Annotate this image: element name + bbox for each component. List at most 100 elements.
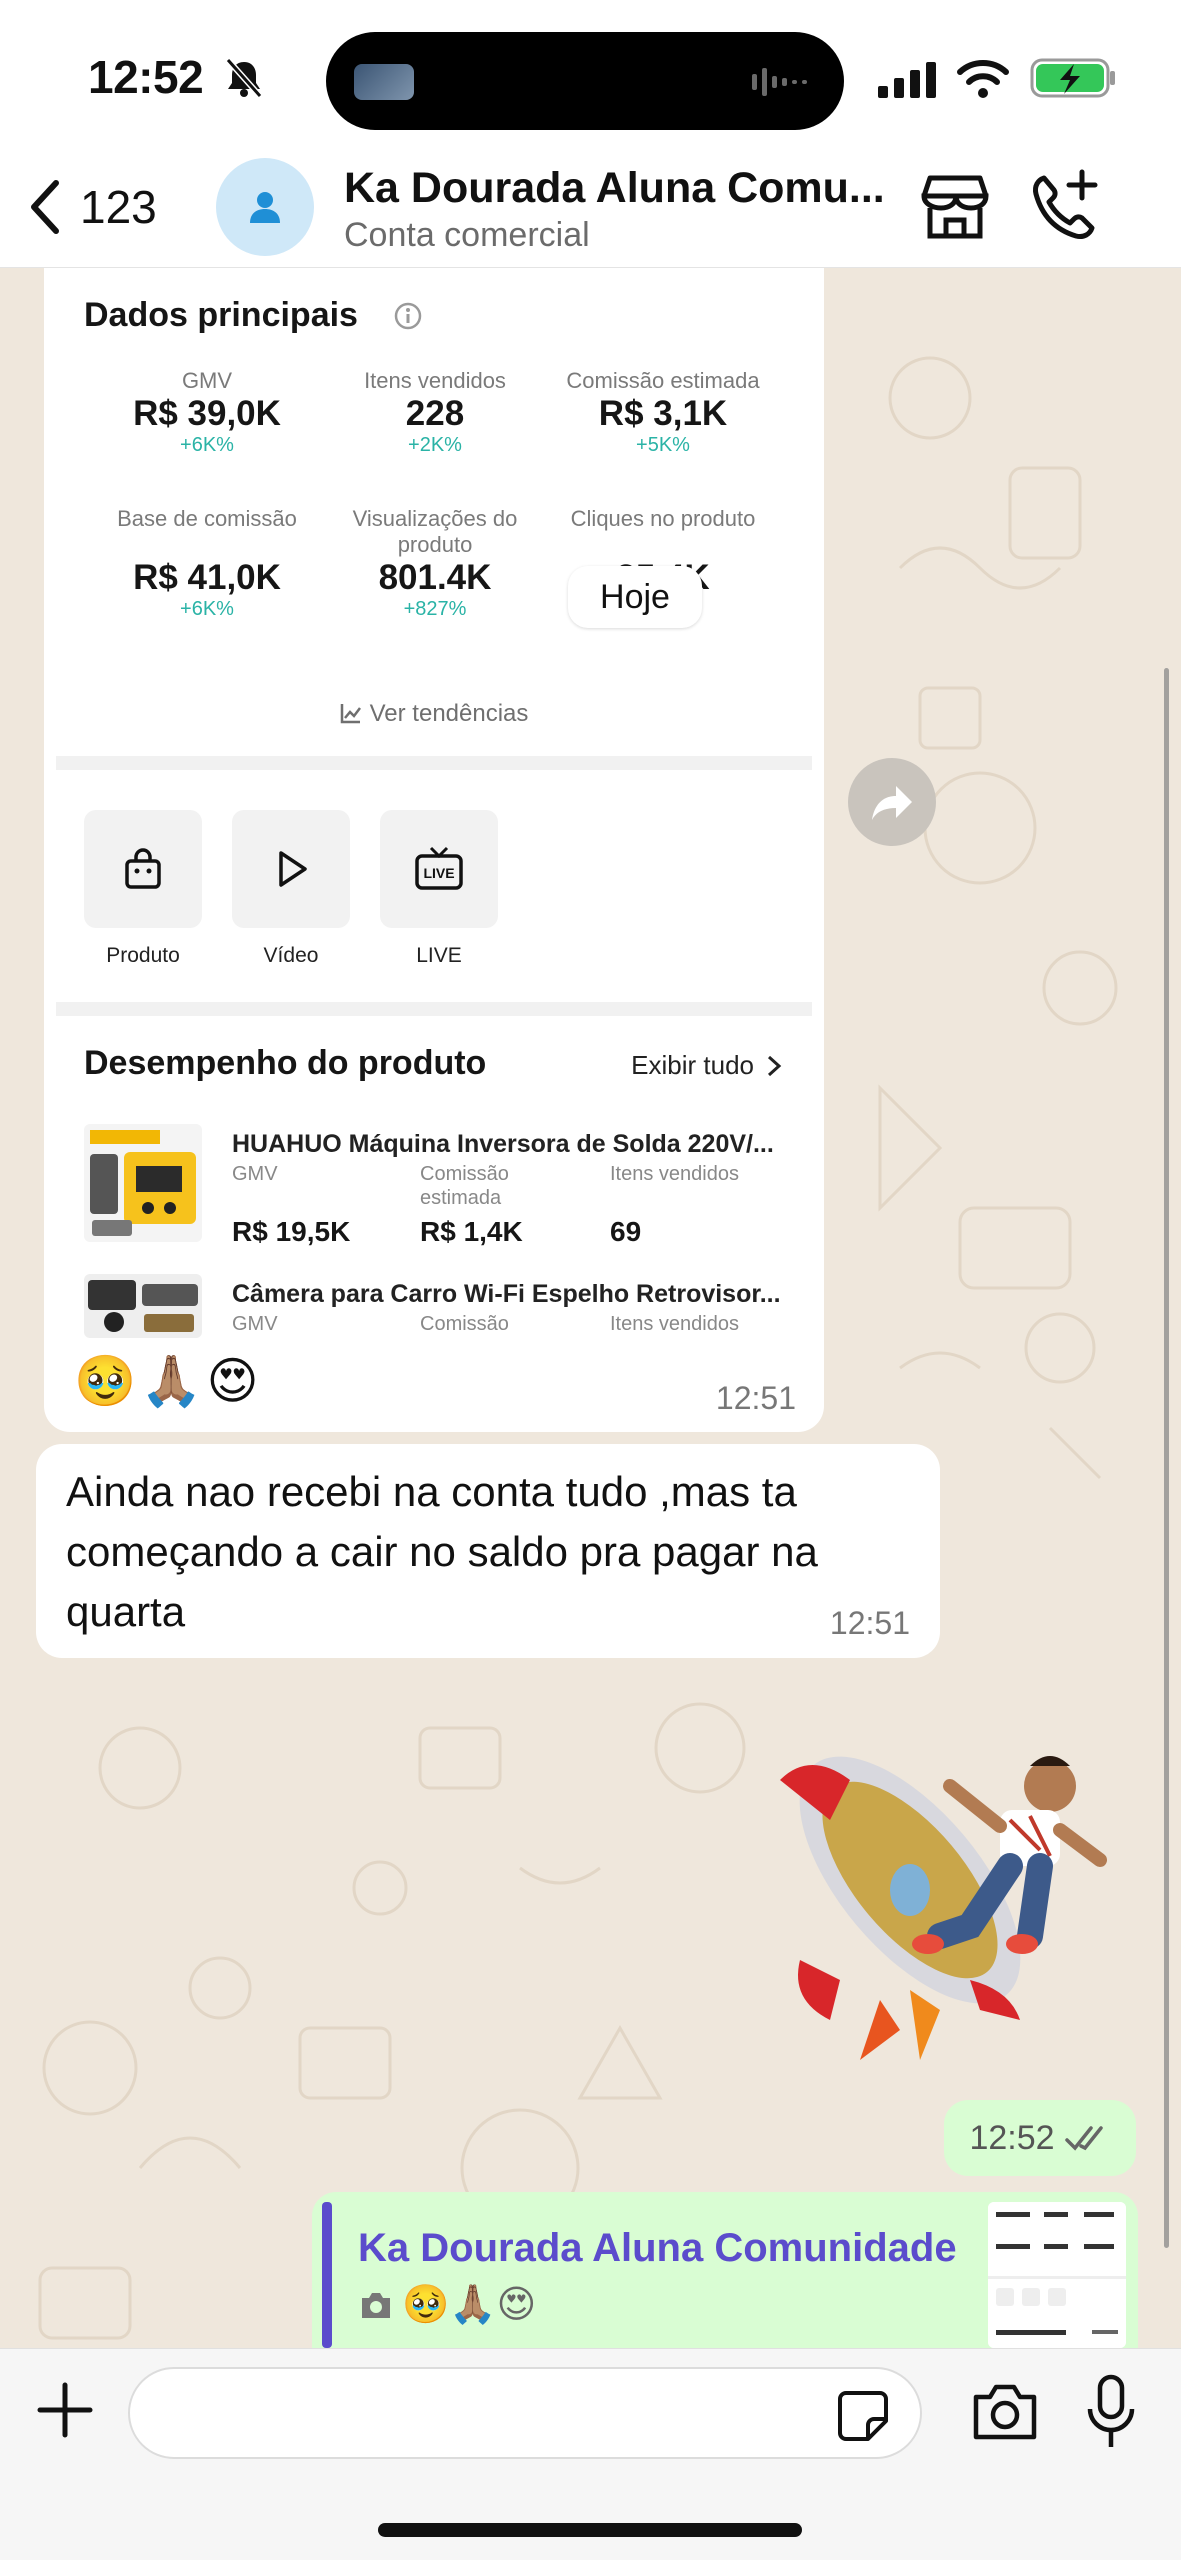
metric-items-sold: Itens vendidos 228 +2K% bbox=[320, 368, 550, 457]
camera-icon bbox=[362, 2292, 390, 2318]
home-indicator[interactable] bbox=[378, 2523, 802, 2537]
outgoing-sticker-meta[interactable]: 12:52 bbox=[944, 2100, 1136, 2176]
status-time: 12:52 bbox=[88, 51, 204, 103]
metric-change: +827% bbox=[403, 598, 467, 620]
product-image bbox=[84, 1274, 202, 1338]
trends-link-label: Ver tendências bbox=[369, 700, 529, 727]
message-composer bbox=[0, 2348, 1181, 2560]
message-input[interactable] bbox=[128, 2367, 922, 2459]
chat-subtitle[interactable]: Conta comercial bbox=[344, 216, 590, 255]
phone-plus-icon[interactable] bbox=[1030, 168, 1102, 242]
column-label: Comissão estimada bbox=[420, 1163, 509, 1209]
chevron-left-icon bbox=[31, 180, 59, 234]
incoming-message-bubble[interactable]: Ainda nao recebi na conta tudo ,mas ta c… bbox=[36, 1444, 940, 1658]
battery-charging-icon bbox=[1030, 58, 1115, 98]
forward-button[interactable] bbox=[848, 758, 936, 846]
chat-header: 123 Ka Dourada Aluna Comu... Conta comer… bbox=[0, 150, 1181, 268]
column-value: R$ 1,4K bbox=[420, 1216, 523, 1247]
view-all-link: Exibir tudo bbox=[631, 1050, 784, 1081]
metric-label: Cliques no produto bbox=[570, 506, 756, 531]
info-icon bbox=[394, 302, 422, 330]
metric-estimated-commission: Comissão estimada R$ 3,1K +5K% bbox=[548, 368, 778, 457]
reaction-emojis[interactable]: 🥹🙏🏽😍 bbox=[74, 1352, 263, 1411]
chevron-right-icon bbox=[767, 1055, 782, 1076]
column-label: Itens vendidos bbox=[610, 1313, 739, 1335]
forwarded-screenshot[interactable]: Dados principais GMV R$ 39,0K +6K% Itens… bbox=[56, 268, 812, 1338]
message-text: Ainda nao recebi na conta tudo ,mas ta c… bbox=[66, 1468, 818, 1635]
column-label: Comissão bbox=[420, 1313, 509, 1335]
metric-label: GMV bbox=[181, 368, 233, 393]
quoted-emojis: 🥹🙏🏽😍 bbox=[402, 2284, 537, 2326]
quick-action-label: LIVE bbox=[416, 944, 462, 967]
quoted-author: Ka Dourada Aluna Comunidade bbox=[358, 2226, 957, 2270]
product-name: HUAHUO Máquina Inversora de Solda 220V/.… bbox=[232, 1130, 774, 1158]
column-label: GMV bbox=[232, 1163, 278, 1185]
sticker-icon[interactable] bbox=[836, 2389, 890, 2443]
trend-chart-icon bbox=[340, 704, 361, 724]
view-all-label: Exibir tudo bbox=[631, 1050, 754, 1080]
metric-change: +2K% bbox=[408, 434, 462, 456]
play-icon bbox=[279, 851, 307, 887]
quoted-preview: 🥹🙏🏽😍 bbox=[358, 2282, 536, 2327]
quote-bar bbox=[322, 2202, 332, 2348]
microphone-icon[interactable] bbox=[1086, 2373, 1136, 2451]
cellular-signal-icon bbox=[878, 62, 936, 98]
metric-value: R$ 39,0K bbox=[133, 394, 281, 433]
media-artwork bbox=[354, 64, 414, 100]
metric-value: R$ 3,1K bbox=[598, 394, 728, 433]
status-bar: 12:52 bbox=[0, 0, 1181, 150]
section-divider bbox=[56, 1002, 812, 1016]
metric-gmv: GMV R$ 39,0K +6K% bbox=[92, 368, 322, 457]
metric-change: +6K% bbox=[180, 598, 234, 620]
metric-commission-base: Base de comissão R$ 41,0K +6K% bbox=[92, 506, 322, 621]
metric-change: +5K% bbox=[636, 434, 690, 456]
quick-action-label: Vídeo bbox=[263, 944, 319, 967]
back-button[interactable]: 123 bbox=[26, 172, 157, 242]
message-time: 12:51 bbox=[715, 1380, 796, 1416]
metric-label: Base de comissão bbox=[117, 506, 297, 531]
plus-icon[interactable] bbox=[34, 2379, 96, 2441]
message-time: 12:51 bbox=[829, 1605, 910, 1641]
metric-value: 228 bbox=[405, 394, 465, 433]
rocket-sticker[interactable] bbox=[760, 1740, 1120, 2070]
avatar[interactable] bbox=[216, 158, 314, 256]
live-tv-icon: LIVE bbox=[415, 846, 463, 890]
metric-change: +6K% bbox=[180, 434, 234, 456]
quoted-image-thumbnail bbox=[988, 2202, 1126, 2348]
performance-title: Desempenho do produto bbox=[84, 1044, 487, 1082]
store-icon[interactable] bbox=[918, 172, 992, 242]
metric-label: Visualizações do produto bbox=[352, 506, 518, 557]
quick-action-live: LIVE bbox=[380, 810, 498, 928]
scroll-indicator[interactable] bbox=[1164, 668, 1169, 2248]
message-time: 12:52 bbox=[969, 2118, 1055, 2157]
quick-action-video bbox=[232, 810, 350, 928]
image-message-bubble[interactable]: Dados principais GMV R$ 39,0K +6K% Itens… bbox=[44, 268, 824, 1432]
audio-waveform-icon bbox=[752, 68, 807, 96]
outgoing-reply-bubble[interactable]: Ka Dourada Aluna Comunidade 🥹🙏🏽😍 bbox=[312, 2192, 1138, 2348]
quick-action-product bbox=[84, 810, 202, 928]
metric-label: Itens vendidos bbox=[364, 368, 506, 393]
camera-icon[interactable] bbox=[970, 2379, 1040, 2443]
column-label: GMV bbox=[232, 1313, 278, 1335]
section-title: Dados principais bbox=[84, 296, 358, 334]
unread-count: 123 bbox=[80, 181, 157, 233]
metric-product-views: Visualizações do produto 801.4K +827% bbox=[320, 506, 550, 621]
forward-arrow-icon bbox=[872, 786, 912, 820]
column-value: 69 bbox=[610, 1216, 642, 1247]
metric-value: R$ 41,0K bbox=[133, 558, 281, 597]
dynamic-island[interactable] bbox=[326, 32, 844, 130]
trends-link: Ver tendências bbox=[56, 700, 812, 728]
person-icon bbox=[250, 192, 280, 223]
metric-label: Comissão estimada bbox=[566, 368, 760, 393]
product-image bbox=[84, 1124, 202, 1242]
quick-action-label: Produto bbox=[106, 944, 180, 967]
product-name: Câmera para Carro Wi-Fi Espelho Retrovis… bbox=[232, 1280, 781, 1308]
column-value: R$ 19,5K bbox=[232, 1216, 351, 1247]
metric-value: 801.4K bbox=[378, 558, 492, 597]
section-divider bbox=[56, 756, 812, 770]
chat-title[interactable]: Ka Dourada Aluna Comu... bbox=[344, 164, 885, 213]
column-label: Itens vendidos bbox=[610, 1163, 739, 1185]
svg-text:LIVE: LIVE bbox=[423, 865, 454, 881]
double-check-icon bbox=[1064, 2126, 1103, 2151]
bell-muted-icon bbox=[225, 58, 263, 98]
